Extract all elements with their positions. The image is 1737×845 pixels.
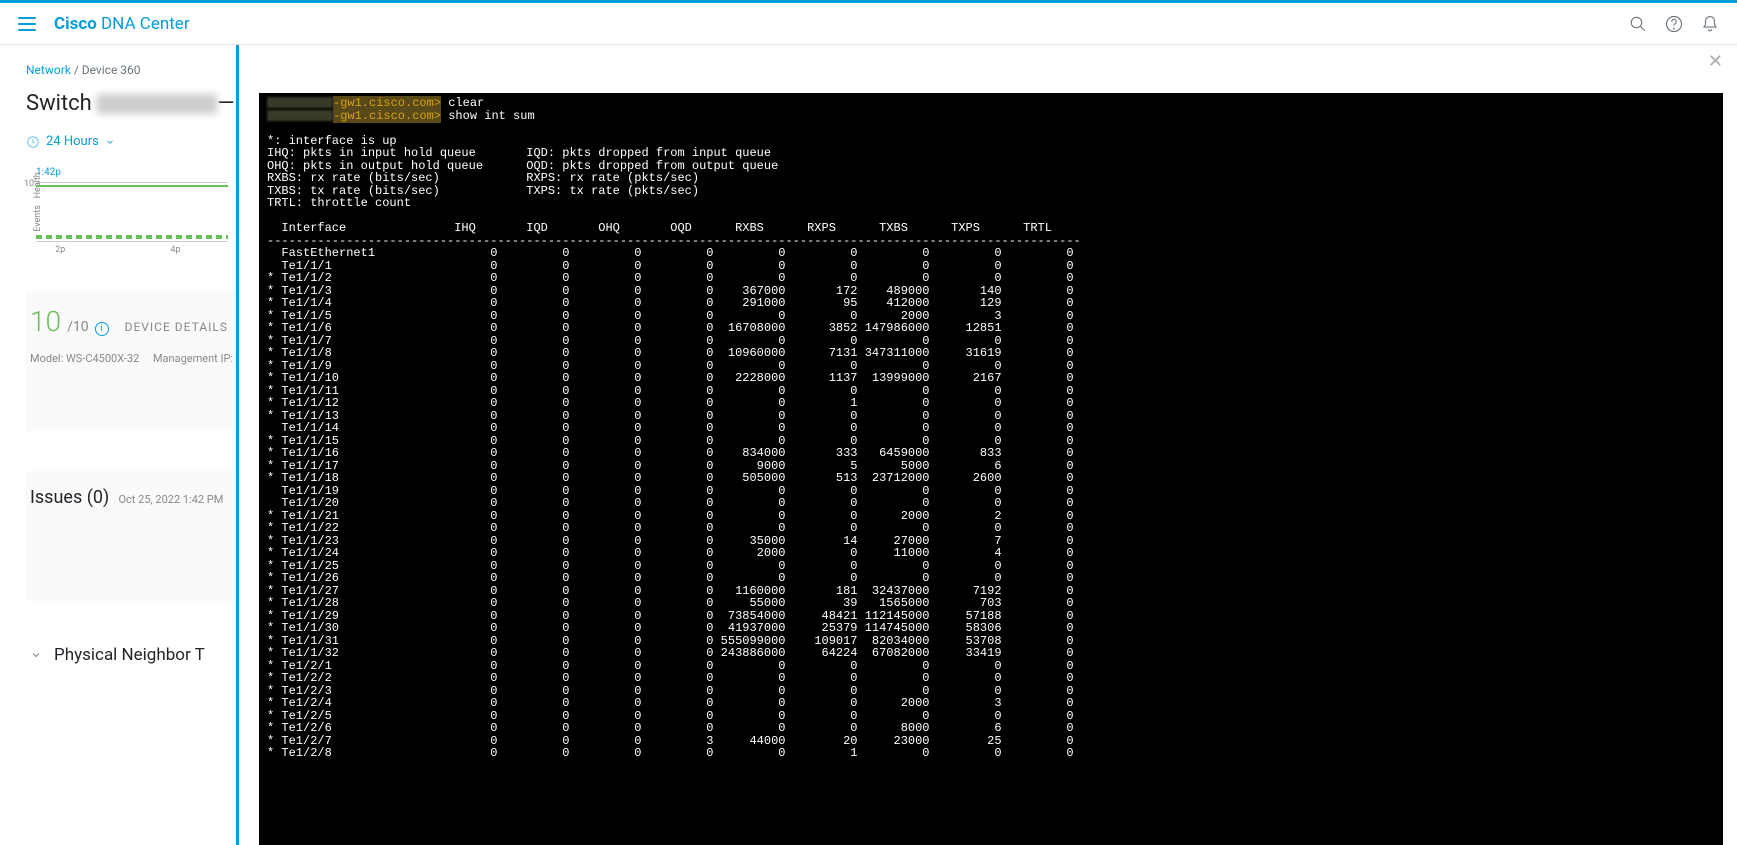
physical-neighbor-section[interactable]: Physical Neighbor T — [26, 635, 236, 675]
bell-icon[interactable] — [1701, 15, 1719, 33]
issues-timestamp: Oct 25, 2022 1:42 PM — [118, 493, 223, 506]
time-range-selector[interactable]: 24 Hours — [26, 134, 115, 149]
terminal-panel: ✕ -gw1.cisco.com> clear -gw1.cisco.com> … — [236, 45, 1737, 845]
device-details-label: DEVICE DETAILS — [125, 320, 228, 334]
health-score: 10 — [30, 305, 61, 338]
top-bar: Cisco DNA Center — [0, 0, 1737, 45]
device-details-card: 10 /10 i DEVICE DETAILS Model: WS-C4500X… — [26, 291, 236, 431]
close-icon[interactable]: ✕ — [1708, 51, 1723, 72]
issues-section: Issues (0) Oct 25, 2022 1:42 PM — [26, 471, 236, 601]
brand-title: Cisco DNA Center — [54, 14, 190, 34]
issues-title: Issues (0) — [30, 487, 109, 508]
help-icon[interactable] — [1665, 15, 1683, 33]
info-icon[interactable]: i — [95, 322, 109, 336]
device-model: WS-C4500X-32 — [66, 352, 139, 365]
clock-icon — [26, 135, 40, 149]
chevron-down-icon — [30, 649, 42, 661]
chevron-down-icon — [105, 137, 115, 147]
page-title: Switch — — [26, 91, 236, 116]
breadcrumb: Network / Device 360 — [26, 63, 236, 77]
search-icon[interactable] — [1629, 15, 1647, 33]
terminal-output[interactable]: -gw1.cisco.com> clear -gw1.cisco.com> sh… — [259, 93, 1723, 845]
breadcrumb-link-network[interactable]: Network — [26, 63, 71, 77]
hamburger-icon[interactable] — [18, 17, 36, 31]
chart-events-line — [36, 235, 228, 239]
redacted-host — [97, 94, 217, 114]
left-panel: Network / Device 360 Switch — 24 Hours 1… — [0, 45, 236, 845]
health-chart[interactable]: 1:42p Events Health 10 2p 4p — [26, 167, 236, 257]
breadcrumb-current: Device 360 — [82, 63, 141, 77]
chart-health-line — [36, 185, 228, 187]
